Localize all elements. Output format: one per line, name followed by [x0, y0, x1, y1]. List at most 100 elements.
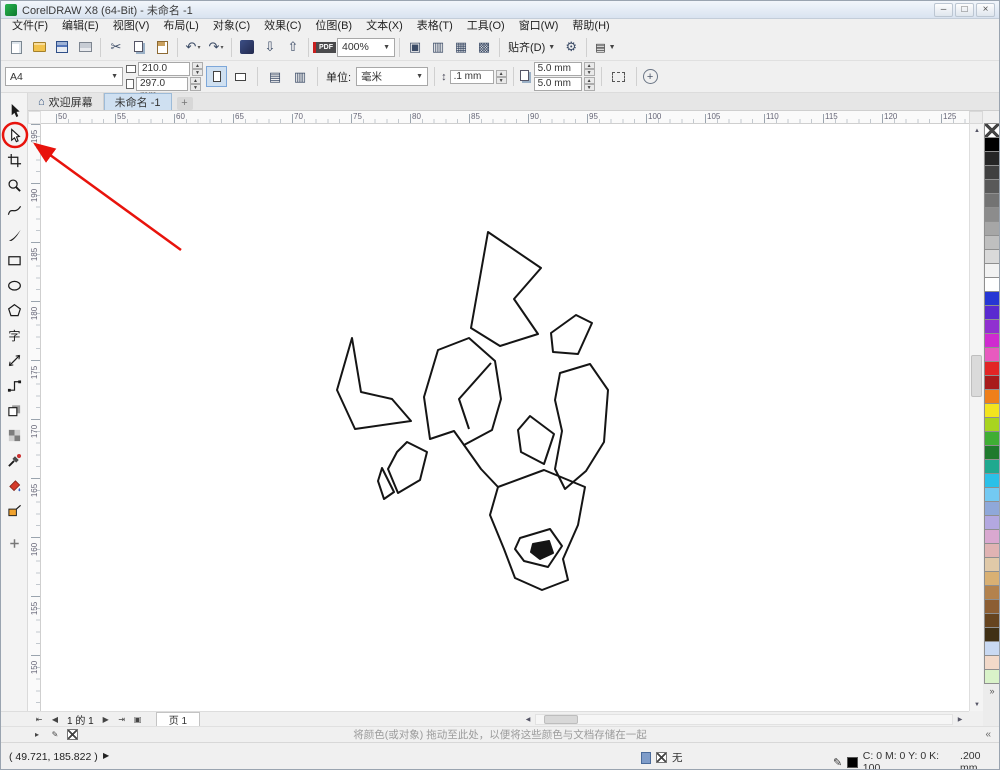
next-page-button[interactable]: ▶ [100, 715, 112, 724]
options-button[interactable]: ⚙ [560, 36, 582, 58]
spin-up-button[interactable]: ▲ [190, 77, 201, 84]
spin-down-button[interactable]: ▼ [190, 84, 201, 91]
polygon-tool[interactable] [1, 298, 28, 323]
coords-expand-icon[interactable]: ▶ [103, 751, 109, 760]
palette-eyedropper-icon[interactable]: ✎ [49, 730, 61, 739]
smart-fill-tool[interactable] [1, 498, 28, 523]
color-swatch[interactable] [984, 249, 999, 264]
first-page-button[interactable]: ⇤ [33, 715, 45, 724]
color-swatch[interactable] [984, 599, 999, 614]
launch-menu-button[interactable]: ▤ ▼ [591, 36, 619, 58]
freehand-tool[interactable] [1, 198, 28, 223]
color-swatch[interactable] [984, 151, 999, 166]
spin-down-button[interactable]: ▼ [583, 69, 595, 76]
no-color-well[interactable] [67, 729, 78, 740]
menu-item-11[interactable]: 窗口(W) [512, 19, 566, 34]
duplicate-distance-x-input[interactable]: 5.0 mm [533, 62, 582, 76]
horizontal-scroll-thumb[interactable] [544, 715, 578, 724]
current-page-settings-button[interactable]: ▤ [264, 66, 286, 88]
spin-up-button[interactable]: ▲ [495, 69, 507, 77]
last-page-button[interactable]: ⇥ [116, 715, 128, 724]
scroll-up-button[interactable]: ▲ [970, 124, 984, 137]
cut-button[interactable]: ✂ [105, 36, 127, 58]
palette-scroll-button[interactable]: » [984, 684, 999, 698]
ruler-options-button[interactable] [969, 111, 983, 124]
portrait-button[interactable] [206, 66, 227, 87]
menu-item-2[interactable]: 编辑(E) [55, 19, 106, 34]
menu-item-8[interactable]: 文本(X) [359, 19, 410, 34]
publish-pdf-button[interactable]: PDF [313, 36, 336, 58]
color-swatch[interactable] [984, 221, 999, 236]
color-swatch[interactable] [984, 319, 999, 334]
color-swatch[interactable] [984, 277, 999, 292]
horizontal-scroll-track[interactable] [535, 714, 953, 725]
horizontal-ruler[interactable]: 50 55 60 65 70 75 80 85 90 95 100 105 110 115 120 125 [41, 111, 969, 124]
color-swatch[interactable] [984, 543, 999, 558]
add-page-button[interactable]: ▣ [132, 715, 144, 724]
copy-button[interactable] [128, 36, 150, 58]
tab-untitled-document[interactable]: 未命名 -1 [103, 93, 172, 110]
transparency-tool[interactable] [1, 423, 28, 448]
customize-button[interactable] [1, 531, 28, 556]
vertical-scrollbar[interactable]: ▲ ▼ [969, 124, 983, 711]
color-swatch[interactable] [984, 627, 999, 642]
duplicate-distance-y-input[interactable]: 5.0 mm [533, 77, 582, 91]
spin-up-button[interactable]: ▲ [583, 62, 595, 69]
color-swatch[interactable] [984, 305, 999, 320]
color-swatch[interactable] [984, 501, 999, 516]
color-swatch[interactable] [984, 403, 999, 418]
interactive-fill-tool[interactable] [1, 473, 28, 498]
horizontal-scrollbar[interactable]: ◀ ▶ [521, 713, 967, 726]
eyedropper-tool[interactable] [1, 448, 28, 473]
color-swatch[interactable] [984, 445, 999, 460]
crop-tool[interactable] [1, 148, 28, 173]
paper-width-input[interactable]: 210.0 mm [138, 62, 190, 86]
color-swatch[interactable] [984, 585, 999, 600]
all-pages-settings-button[interactable]: ▥ [289, 66, 311, 88]
color-swatch[interactable] [984, 361, 999, 376]
menu-item-3[interactable]: 视图(V) [106, 19, 157, 34]
dock-collapse-icon[interactable]: « [985, 729, 991, 740]
color-swatch[interactable] [984, 193, 999, 208]
color-swatch[interactable] [984, 235, 999, 250]
color-swatch[interactable] [984, 571, 999, 586]
rectangle-tool[interactable] [1, 248, 28, 273]
show-guidelines-button[interactable]: ▩ [473, 36, 495, 58]
show-grid-button[interactable]: ▦ [450, 36, 472, 58]
menu-item-9[interactable]: 表格(T) [410, 19, 460, 34]
dropdown-caret-icon[interactable]: ▾ [220, 44, 223, 51]
color-swatch[interactable] [984, 291, 999, 306]
color-swatch[interactable] [984, 375, 999, 390]
color-swatch[interactable] [984, 207, 999, 222]
tab-welcome-screen[interactable]: ⌂ 欢迎屏幕 [28, 93, 104, 110]
color-swatch[interactable] [984, 515, 999, 530]
color-swatch[interactable] [984, 137, 999, 152]
landscape-button[interactable] [230, 66, 251, 87]
color-swatch[interactable] [984, 529, 999, 544]
color-swatch[interactable] [984, 557, 999, 572]
drop-shadow-tool[interactable] [1, 398, 28, 423]
nudge-offset-input[interactable]: .1 mm [449, 69, 494, 84]
color-swatch[interactable] [984, 459, 999, 474]
color-swatch[interactable] [984, 655, 999, 670]
show-rulers-button[interactable]: ▥ [427, 36, 449, 58]
page-tab[interactable]: 页 1 [155, 712, 201, 727]
color-swatch[interactable] [984, 165, 999, 180]
print-button[interactable] [74, 36, 96, 58]
vertical-ruler[interactable]: 195 190 185 180 175 170 165 160 155 150 [28, 124, 41, 711]
spin-up-button[interactable]: ▲ [192, 62, 203, 69]
color-swatch[interactable] [984, 641, 999, 656]
color-swatch[interactable] [984, 333, 999, 348]
spin-down-button[interactable]: ▼ [192, 69, 203, 76]
menu-item-6[interactable]: 效果(C) [257, 19, 308, 34]
ellipse-tool[interactable] [1, 273, 28, 298]
export-button[interactable]: ⇧ [282, 36, 304, 58]
connector-tool[interactable] [1, 373, 28, 398]
color-swatch[interactable] [984, 263, 999, 278]
pick-tool[interactable] [1, 98, 28, 123]
shape-tool[interactable] [1, 123, 28, 148]
close-button[interactable]: × [976, 2, 995, 17]
maximize-button[interactable]: □ [955, 2, 974, 17]
minimize-button[interactable]: – [934, 2, 953, 17]
canvas[interactable] [41, 124, 969, 711]
